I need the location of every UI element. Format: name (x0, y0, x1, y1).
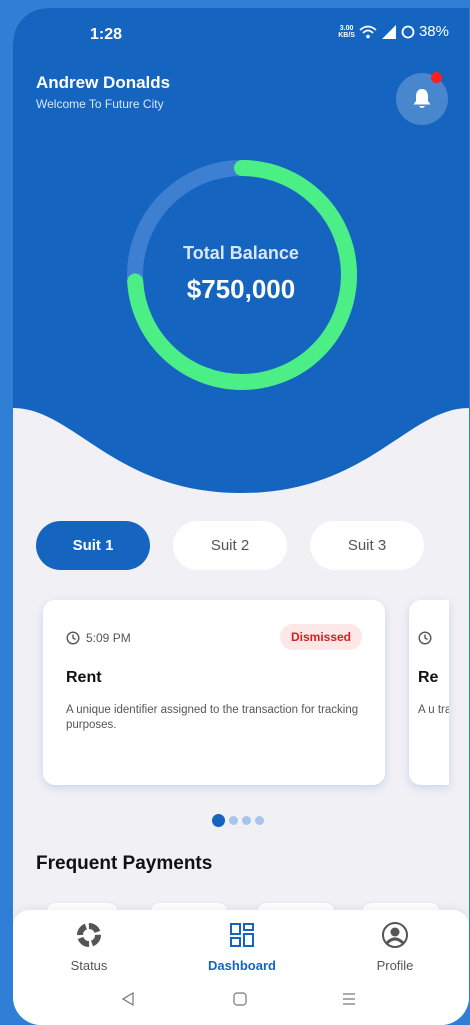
nav-profile-label: Profile (376, 958, 414, 973)
nav-dashboard[interactable]: Dashboard (187, 921, 297, 973)
signal-icon (381, 24, 396, 39)
status-time: 1:28 (90, 26, 123, 43)
battery-percent: 38% (418, 23, 449, 40)
back-icon[interactable] (120, 991, 136, 1007)
nav-profile[interactable]: Profile (340, 921, 450, 973)
recents-icon[interactable] (341, 991, 357, 1007)
card-time (418, 631, 432, 645)
tab-suit-2[interactable]: Suit 2 (173, 521, 287, 570)
tab-suit-1[interactable]: Suit 1 (36, 521, 150, 570)
suit-tabs: Suit 1 Suit 2 Suit 3 (36, 521, 424, 570)
bell-icon (413, 89, 431, 108)
tab-suit-3[interactable]: Suit 3 (310, 521, 424, 570)
status-ring-icon (77, 923, 101, 947)
home-icon[interactable] (232, 991, 248, 1007)
bottom-nav: Status Dashboard Profile (13, 910, 469, 1025)
balance-label: Total Balance (183, 243, 299, 263)
profile-circle-icon (382, 922, 408, 948)
nav-status-label: Status (70, 958, 108, 973)
welcome-text: Welcome To Future City (36, 97, 164, 111)
system-nav-bar (13, 988, 469, 1018)
balance-amount: $750,000 (186, 274, 296, 304)
transaction-card-next[interactable]: Re A u tra (409, 600, 449, 785)
carousel-dots (212, 814, 264, 827)
carousel-dot[interactable] (212, 814, 225, 827)
clock-icon (66, 631, 80, 645)
transaction-card[interactable]: 5:09 PM Dismissed Rent A unique identifi… (43, 600, 385, 785)
wifi-icon (359, 25, 377, 38)
user-name: Andrew Donalds (36, 73, 171, 92)
phone-screen: 1:28 3.00 KB/S 38% Andrew Donalds Welcom… (13, 8, 469, 1025)
card-title: Rent (66, 669, 102, 686)
battery-icon (401, 25, 415, 38)
card-description: A unique identifier assigned to the tran… (66, 704, 359, 731)
status-bar: 1:28 3.00 KB/S 38% (13, 8, 469, 58)
section-title-frequent-payments: Frequent Payments (36, 853, 213, 874)
carousel-dot[interactable] (242, 816, 251, 825)
carousel-dot[interactable] (255, 816, 264, 825)
card-title: Re (418, 669, 439, 686)
notification-dot (431, 72, 442, 83)
clock-icon (418, 631, 432, 645)
card-time: 5:09 PM (66, 631, 131, 645)
nav-status[interactable]: Status (34, 921, 144, 973)
net-speed: 3.00 KB/S (338, 25, 355, 39)
card-time-text: 5:09 PM (86, 631, 131, 645)
carousel-dot[interactable] (229, 816, 238, 825)
dashboard-grid-icon (230, 923, 254, 947)
net-speed-value: 3.00 (339, 24, 354, 32)
net-speed-unit: KB/S (338, 31, 355, 39)
status-badge: Dismissed (279, 624, 362, 650)
nav-dashboard-label: Dashboard (208, 958, 276, 973)
card-description: A u tra (418, 704, 449, 716)
status-icons: 3.00 KB/S 38% (338, 23, 449, 40)
